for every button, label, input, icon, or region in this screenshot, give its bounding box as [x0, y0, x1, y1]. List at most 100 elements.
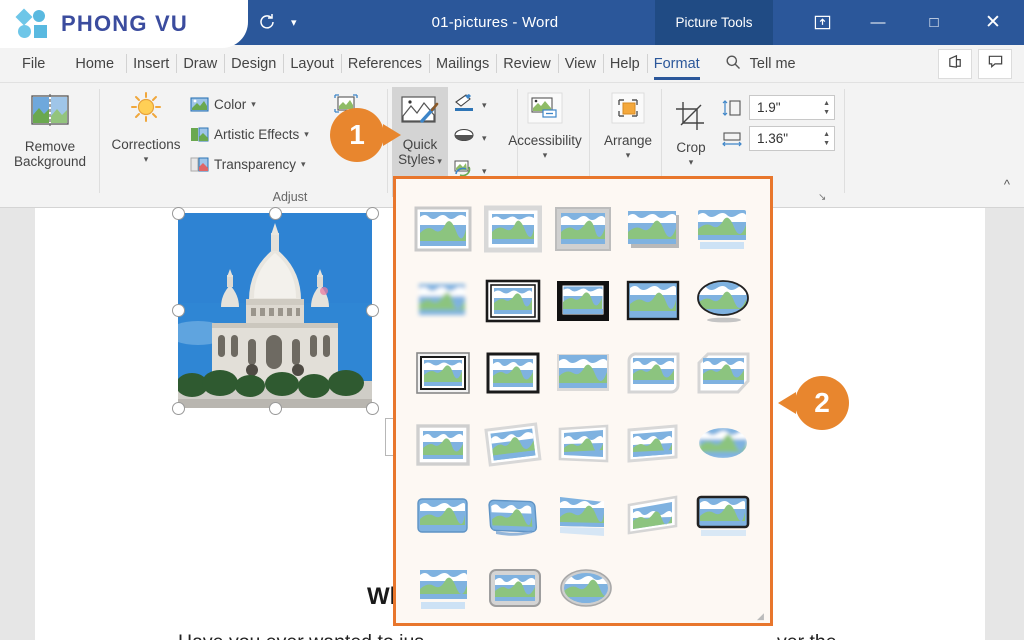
arrange-button[interactable]: Arrange ▾: [594, 83, 662, 160]
comments-button[interactable]: [978, 48, 1012, 79]
chevron-down-icon[interactable]: ▾: [482, 101, 487, 110]
shape-width-field[interactable]: 1.36" ▲ ▼: [721, 126, 835, 151]
share-icon: [947, 53, 964, 75]
size-dialog-launcher[interactable]: ↘: [818, 192, 829, 203]
gallery-item-thick-matte-black[interactable]: [548, 265, 618, 337]
shape-height-field[interactable]: 1.9" ▲ ▼: [721, 95, 835, 120]
gallery-item-beveled-oval-black[interactable]: [688, 265, 758, 337]
ribbon-display-options-icon[interactable]: [794, 0, 850, 45]
selection-handle-w[interactable]: [172, 304, 185, 317]
crop-label: Crop: [676, 140, 706, 155]
tell-me-label: Tell me: [749, 55, 796, 72]
window-controls: — □ ✕: [794, 0, 1024, 45]
crop-button[interactable]: Crop ▾: [665, 92, 717, 167]
corrections-button[interactable]: Corrections ▾: [105, 83, 187, 164]
selection-handle-nw[interactable]: [172, 207, 185, 220]
chevron-down-icon[interactable]: ▾: [251, 99, 256, 109]
transparency-button[interactable]: Transparency ▾: [190, 152, 335, 176]
collapse-ribbon-button[interactable]: ^: [1004, 177, 1010, 192]
chevron-down-icon[interactable]: ▾: [626, 151, 631, 160]
tab-review[interactable]: Review: [496, 45, 558, 83]
selection-handle-n[interactable]: [269, 207, 282, 220]
gallery-item-center-shadow-rectangle[interactable]: [548, 337, 618, 409]
sacre-coeur-picture[interactable]: [178, 213, 372, 408]
artistic-effects-button[interactable]: Artistic Effects ▾: [190, 122, 335, 146]
selection-handle-e[interactable]: [366, 304, 379, 317]
chevron-down-icon[interactable]: ▾: [689, 158, 694, 167]
gallery-item-moderate-frame-white[interactable]: [408, 409, 478, 481]
tell-me-search[interactable]: Tell me: [725, 54, 796, 74]
tab-help[interactable]: Help: [602, 45, 647, 83]
selection-handle-ne[interactable]: [366, 207, 379, 220]
resize-grip-icon[interactable]: ◢: [757, 611, 766, 621]
gallery-item-metal-frame[interactable]: [548, 193, 618, 265]
quick-access-toolbar[interactable]: ▾: [247, 0, 327, 45]
gallery-item-drop-shadow-rectangle[interactable]: [618, 193, 688, 265]
gallery-item-bevel-perspective[interactable]: [478, 481, 548, 553]
artistic-effects-icon: [190, 125, 209, 144]
chevron-down-icon[interactable]: ▾: [304, 129, 309, 139]
gallery-item-reflected-rounded-rectangle[interactable]: [688, 193, 758, 265]
contextual-tab-picture-tools[interactable]: Picture Tools: [655, 0, 773, 45]
tab-file[interactable]: File: [0, 45, 61, 83]
chevron-down-icon[interactable]: ▾: [543, 151, 548, 160]
gallery-item-rotated-white[interactable]: [478, 409, 548, 481]
tab-format[interactable]: Format: [646, 45, 707, 83]
gallery-item-simple-frame-white[interactable]: [408, 193, 478, 265]
gallery-item-perspective-shadow-white[interactable]: [548, 409, 618, 481]
chevron-down-icon[interactable]: ▾: [144, 155, 149, 164]
selection-handle-sw[interactable]: [172, 402, 185, 415]
gallery-item-metal-oval[interactable]: [550, 553, 621, 625]
remove-background-button[interactable]: Remove Background: [0, 83, 100, 169]
undo-icon[interactable]: [257, 11, 277, 35]
tab-references[interactable]: References: [340, 45, 429, 83]
tab-view[interactable]: View: [557, 45, 603, 83]
accessibility-button[interactable]: Accessibility ▾: [500, 83, 590, 160]
share-button[interactable]: [938, 48, 972, 79]
gallery-item-compound-frame-black[interactable]: [408, 337, 478, 409]
selection-handle-se[interactable]: [366, 402, 379, 415]
selection-handle-s[interactable]: [269, 402, 282, 415]
chevron-down-icon[interactable]: ▾: [482, 134, 487, 143]
gallery-row: [408, 265, 758, 337]
chevron-down-icon[interactable]: ▾: [482, 167, 487, 176]
tab-home[interactable]: Home: [61, 45, 126, 83]
color-button[interactable]: Color ▾: [190, 92, 335, 116]
close-button[interactable]: ✕: [962, 0, 1024, 45]
gallery-item-reflected-perspective-right[interactable]: [548, 481, 618, 553]
gallery-item-metal-rounded-rectangle[interactable]: [479, 553, 550, 625]
shape-height-stepper[interactable]: ▲ ▼: [823, 100, 830, 116]
tab-layout[interactable]: Layout: [283, 45, 341, 83]
gallery-item-simple-frame-black[interactable]: [618, 265, 688, 337]
gallery-item-snip-diagonal-corner-white[interactable]: [688, 337, 758, 409]
gallery-item-reflected-bevel-black[interactable]: [688, 481, 758, 553]
maximize-button[interactable]: □: [906, 0, 962, 45]
tab-draw[interactable]: Draw: [176, 45, 224, 83]
picture-quick-styles-gallery[interactable]: ◢: [393, 176, 773, 626]
gallery-item-reflected-rounded-rectangle-2[interactable]: [408, 553, 479, 625]
remove-background-icon: [28, 91, 72, 136]
gallery-item-soft-edge-rectangle[interactable]: [408, 265, 478, 337]
callout-badge-1: 1: [330, 108, 401, 162]
shape-height-value: 1.9": [757, 100, 781, 115]
gallery-item-soft-edge-oval[interactable]: [688, 409, 758, 481]
accessibility-label: Accessibility: [508, 133, 582, 148]
gallery-item-relaxed-perspective-white[interactable]: [618, 409, 688, 481]
minimize-button[interactable]: —: [850, 0, 906, 45]
chevron-down-icon[interactable]: ▾: [291, 16, 297, 29]
gallery-item-perspective-shadow-angled[interactable]: [618, 481, 688, 553]
chevron-down-icon[interactable]: ▾: [301, 159, 306, 169]
comment-icon: [987, 53, 1004, 75]
gallery-item-bevel-rectangle[interactable]: [408, 481, 478, 553]
shape-width-stepper[interactable]: ▲ ▼: [823, 131, 830, 147]
gallery-item-rounded-diagonal-corner-white[interactable]: [618, 337, 688, 409]
gallery-row: [408, 409, 758, 481]
gallery-item-moderate-frame-black[interactable]: [478, 337, 548, 409]
picture-border-icon: [453, 93, 475, 118]
gallery-item-double-frame-black[interactable]: [478, 265, 548, 337]
phongvu-logo-watermark: PHONG VU: [0, 0, 248, 48]
gallery-item-beveled-matte-white[interactable]: [478, 193, 548, 265]
tab-mailings[interactable]: Mailings: [429, 45, 496, 83]
tab-design[interactable]: Design: [224, 45, 283, 83]
tab-insert[interactable]: Insert: [126, 45, 176, 83]
